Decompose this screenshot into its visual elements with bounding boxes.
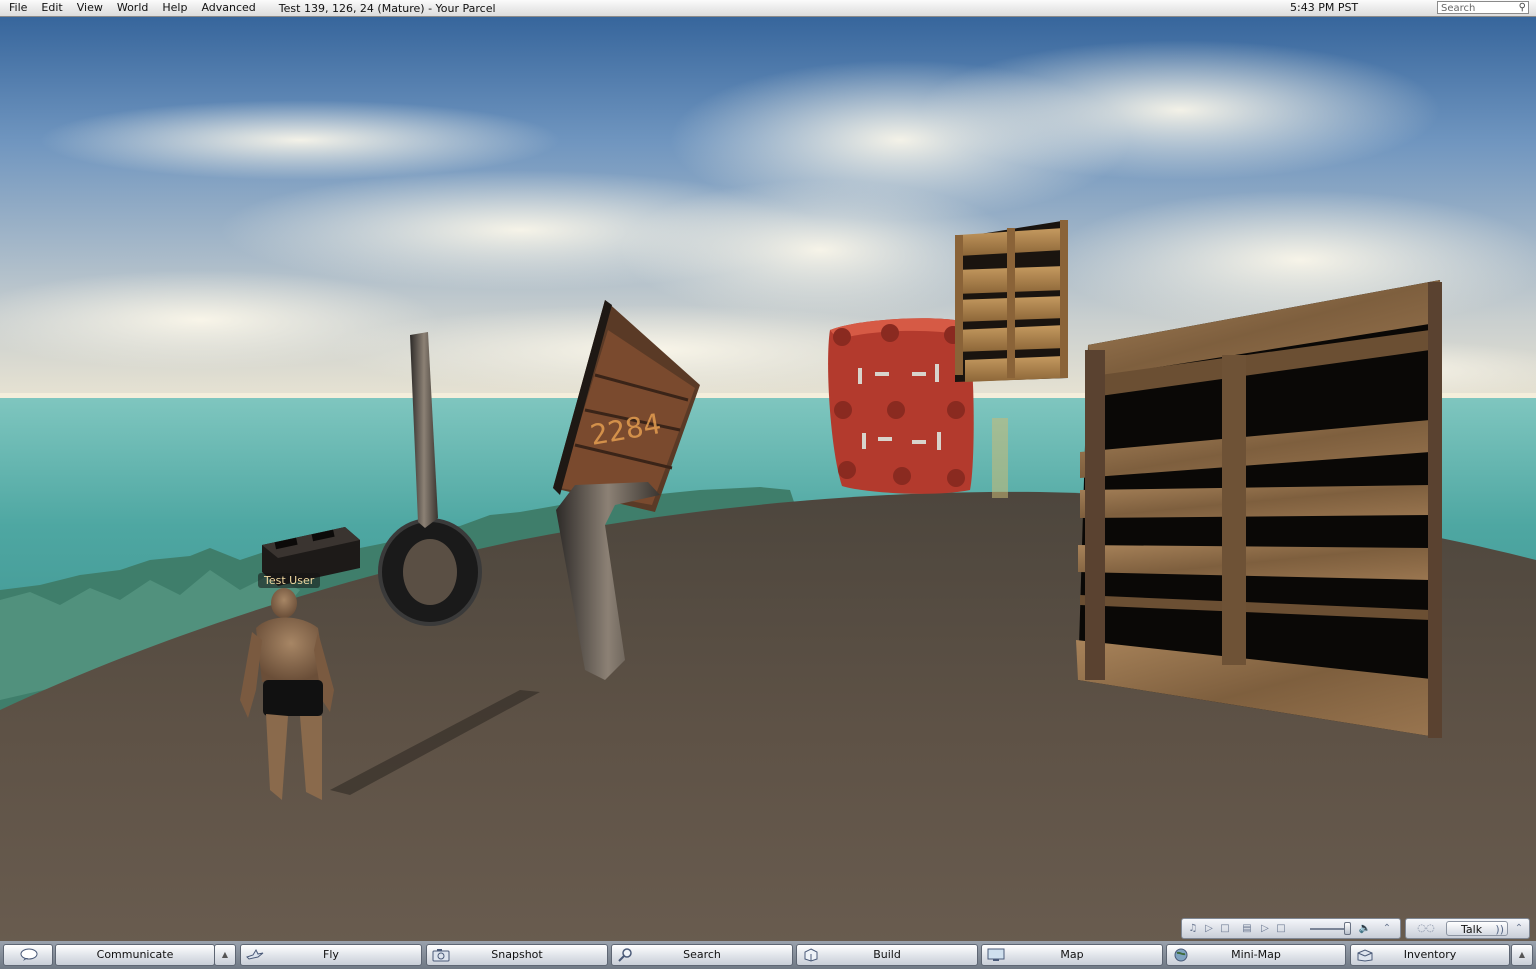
minimap-button[interactable]: Mini-Map	[1166, 944, 1346, 966]
magnifier-icon	[617, 948, 633, 962]
search-icon[interactable]: ⚲	[1519, 1, 1526, 14]
music-stop-icon[interactable]: □	[1218, 922, 1232, 935]
music-play-icon[interactable]: ▷	[1202, 922, 1216, 935]
menu-bar: File Edit View World Help Advanced Test …	[0, 0, 1536, 17]
voice-expand-icon[interactable]: ⌃	[1512, 922, 1526, 935]
talk-label: Talk	[1461, 923, 1483, 936]
snapshot-button[interactable]: Snapshot	[426, 944, 608, 966]
expand-up-icon[interactable]: ⌃	[1380, 922, 1394, 935]
volume-knob[interactable]	[1344, 922, 1351, 935]
avatar-nametag: Test User	[258, 573, 321, 588]
tire[interactable]	[378, 518, 482, 626]
large-wood-pallet[interactable]	[1076, 280, 1442, 738]
build-cube-icon	[802, 948, 818, 962]
media-stop-icon[interactable]: □	[1274, 922, 1288, 935]
menu-edit[interactable]: Edit	[34, 0, 69, 16]
media-icon[interactable]: ▤	[1240, 922, 1254, 935]
map-label: Map	[1060, 948, 1084, 961]
search-button[interactable]: Search	[611, 944, 793, 966]
search-placeholder: Search	[1441, 3, 1476, 14]
speaker-icon[interactable]: 🔈	[1358, 922, 1372, 935]
red-pallet[interactable]	[828, 318, 974, 494]
inventory-button[interactable]: Inventory	[1350, 944, 1510, 966]
voice-waves-icon: ))	[1495, 923, 1504, 936]
map-icon	[987, 948, 1005, 962]
small-wood-pallet[interactable]	[955, 220, 1068, 382]
scene: 2284	[0, 17, 1536, 941]
menu-file[interactable]: File	[0, 0, 34, 16]
menu-world[interactable]: World	[110, 0, 156, 16]
map-button[interactable]: Map	[981, 944, 1163, 966]
communicate-label: Communicate	[96, 948, 174, 961]
clock: 5:43 PM PST	[1290, 1, 1359, 14]
talk-button[interactable]: Talk ))	[1446, 921, 1508, 936]
voice-active-icon[interactable]: ◌◌	[1412, 922, 1440, 935]
world-viewport[interactable]: 2284 Test User	[0, 17, 1536, 941]
menu-help[interactable]: Help	[155, 0, 194, 16]
minimap-label: Mini-Map	[1231, 948, 1281, 961]
media-play-icon[interactable]: ▷	[1258, 922, 1272, 935]
globe-icon	[1172, 948, 1188, 962]
inventory-box-icon	[1356, 948, 1373, 962]
fly-button[interactable]: Fly	[240, 944, 422, 966]
menu-advanced[interactable]: Advanced	[194, 0, 262, 16]
inventory-label: Inventory	[1403, 948, 1457, 961]
search-label: Search	[683, 948, 721, 961]
chat-bubble-icon	[20, 948, 38, 962]
chat-button[interactable]	[3, 944, 53, 966]
build-label: Build	[873, 948, 901, 961]
media-controls: ♫ ▷ □ ▤ ▷ □ 🔈 ⌃	[1181, 918, 1401, 939]
fly-label: Fly	[323, 948, 339, 961]
toolbar-overflow-button[interactable]: ▲	[1511, 944, 1533, 966]
chevron-up-icon: ▲	[221, 950, 229, 959]
communicate-dropdown[interactable]: ▲	[214, 944, 236, 966]
voice-controls: ◌◌ Talk )) ⌃	[1405, 918, 1530, 939]
snapshot-label: Snapshot	[491, 948, 543, 961]
search-input[interactable]: Search ⚲	[1437, 1, 1529, 14]
menu-view[interactable]: View	[70, 0, 110, 16]
camera-icon	[432, 948, 450, 962]
location-label[interactable]: Test 139, 126, 24 (Mature) - Your Parcel	[279, 2, 496, 15]
chevron-up-icon: ▲	[1518, 950, 1526, 959]
build-button[interactable]: Build	[796, 944, 978, 966]
communicate-button[interactable]: Communicate	[55, 944, 215, 966]
bottom-toolbar: Communicate ▲ Fly Snapshot Search Build …	[0, 941, 1536, 969]
music-icon[interactable]: ♫	[1186, 922, 1200, 935]
faint-prim	[992, 418, 1008, 498]
fly-icon	[246, 948, 264, 962]
